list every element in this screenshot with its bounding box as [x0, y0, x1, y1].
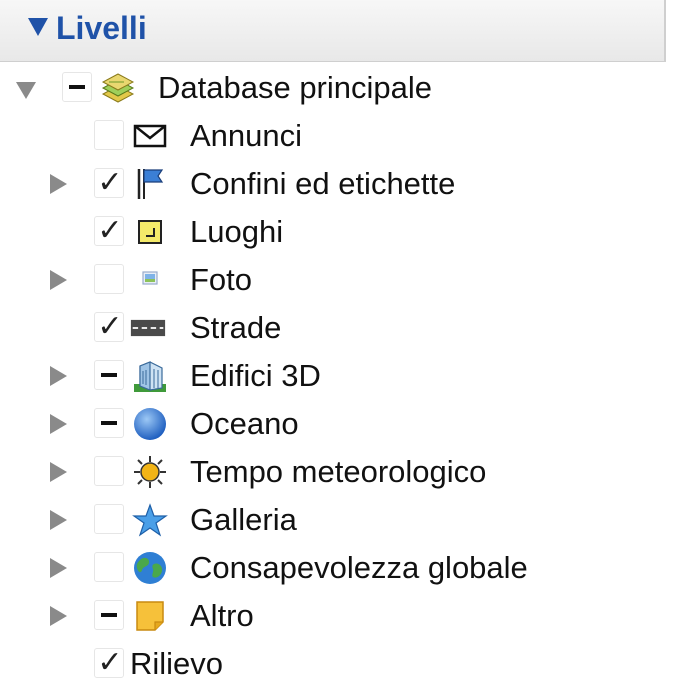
sticky-note-icon: [136, 601, 164, 631]
layer-label: Consapevolezza globale: [190, 550, 528, 585]
tree-row-rilievo[interactable]: ✓ Rilievo: [0, 640, 666, 688]
disclosure-collapsed-icon[interactable]: [50, 414, 67, 434]
tree-row-edifici-3d[interactable]: Edifici 3D: [0, 352, 666, 400]
layer-label: Altro: [190, 598, 254, 633]
flag-icon: [137, 169, 164, 199]
layer-label: Annunci: [190, 118, 303, 153]
checkbox-database-principale[interactable]: [62, 72, 92, 102]
road-icon: [130, 319, 166, 337]
ocean-globe-icon: [134, 408, 166, 440]
panel-title: Livelli: [56, 10, 147, 46]
collapse-triangle-icon[interactable]: [28, 18, 48, 36]
building-3d-icon: [134, 361, 166, 392]
checkbox-consapevolezza-globale[interactable]: [94, 552, 124, 582]
layer-label: Edifici 3D: [190, 358, 321, 393]
checkbox-foto[interactable]: [94, 264, 124, 294]
checkbox-strade[interactable]: ✓: [94, 309, 124, 344]
layer-label: Galleria: [190, 502, 297, 537]
disclosure-collapsed-icon[interactable]: [50, 270, 67, 290]
checkbox-oceano[interactable]: [94, 408, 124, 438]
checkbox-luoghi[interactable]: ✓: [94, 213, 124, 248]
disclosure-collapsed-icon[interactable]: [50, 606, 67, 626]
place-square-icon: [138, 220, 162, 244]
layers-panel-header[interactable]: Livelli: [0, 0, 666, 62]
tree-row-database-principale[interactable]: Database principale: [0, 64, 666, 112]
tree-row-altro[interactable]: Altro: [0, 592, 666, 640]
star-gallery-icon: [132, 503, 168, 537]
tree-row-annunci[interactable]: Annunci: [0, 112, 666, 160]
tree-row-confini[interactable]: ✓ Confini ed etichette: [0, 160, 666, 208]
photo-icon: [142, 271, 158, 285]
tree-row-oceano[interactable]: Oceano: [0, 400, 666, 448]
tree-row-strade[interactable]: ✓ Strade: [0, 304, 666, 352]
checkbox-confini[interactable]: ✓: [94, 165, 124, 200]
layer-label: Strade: [190, 310, 282, 345]
layer-label: Oceano: [190, 406, 299, 441]
checkbox-galleria[interactable]: [94, 504, 124, 534]
tree-row-tempo-meteorologico[interactable]: Tempo meteorologico: [0, 448, 666, 496]
database-layers-icon: [101, 73, 135, 103]
disclosure-collapsed-icon[interactable]: [50, 462, 67, 482]
layer-label: Tempo meteorologico: [190, 454, 487, 489]
disclosure-collapsed-icon[interactable]: [50, 510, 67, 530]
layer-label: Luoghi: [190, 214, 284, 249]
envelope-icon: [133, 124, 167, 148]
layer-label: Foto: [190, 262, 253, 297]
layer-label: Database principale: [158, 70, 433, 105]
earth-globe-icon: [134, 552, 166, 584]
checkbox-rilievo[interactable]: ✓: [94, 645, 124, 680]
disclosure-collapsed-icon[interactable]: [50, 174, 67, 194]
checkbox-altro[interactable]: [94, 600, 124, 630]
sun-weather-icon: [134, 456, 166, 488]
disclosure-collapsed-icon[interactable]: [50, 366, 67, 386]
tree-row-luoghi[interactable]: ✓ Luoghi: [0, 208, 666, 256]
tree-row-galleria[interactable]: Galleria: [0, 496, 666, 544]
layer-label: Confini ed etichette: [190, 166, 456, 201]
layer-label: Rilievo: [130, 646, 224, 681]
checkbox-tempo-meteorologico[interactable]: [94, 456, 124, 486]
disclosure-collapsed-icon[interactable]: [50, 558, 67, 578]
tree-row-foto[interactable]: Foto: [0, 256, 666, 304]
checkbox-edifici-3d[interactable]: [94, 360, 124, 390]
tree-row-consapevolezza-globale[interactable]: Consapevolezza globale: [0, 544, 666, 592]
disclosure-expanded-icon[interactable]: [16, 82, 36, 99]
checkbox-annunci[interactable]: [94, 120, 124, 150]
